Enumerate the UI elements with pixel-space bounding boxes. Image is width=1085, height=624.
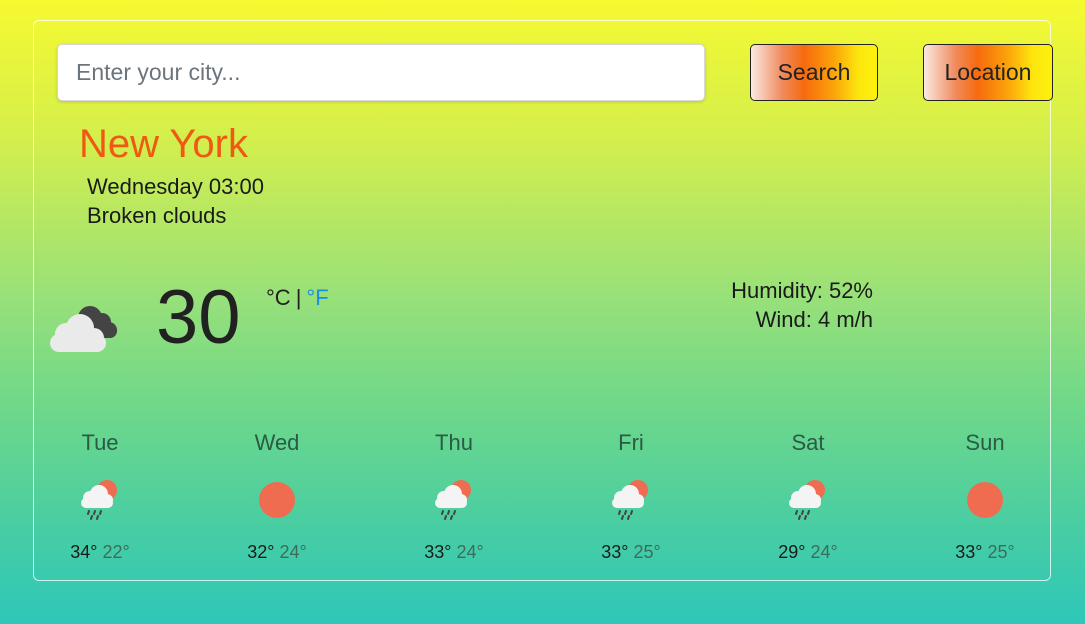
unit-celsius[interactable]: °C [266, 285, 291, 310]
forecast-temps: 33° 24° [394, 542, 514, 563]
forecast-day-name: Fri [618, 430, 644, 455]
unit-toggle: °C | °F [266, 285, 329, 311]
city-search-input[interactable] [57, 44, 705, 101]
forecast-day-name: Thu [435, 430, 473, 455]
rain-sun-icon [612, 480, 648, 520]
forecast-min: 25° [633, 542, 661, 562]
sun-icon [259, 482, 295, 518]
forecast-max: 33° [955, 542, 983, 562]
current-temperature: 30 [156, 275, 241, 360]
forecast-day: Sun 33° 25° [925, 430, 1045, 563]
forecast-day: Fri 33° 25° [571, 430, 691, 563]
forecast-min: 24° [279, 542, 307, 562]
unit-fahrenheit-link[interactable]: °F [306, 285, 328, 310]
broken-clouds-icon [50, 306, 117, 352]
forecast-max: 34° [70, 542, 98, 562]
rain-sun-icon [789, 480, 825, 520]
forecast-temps: 33° 25° [925, 542, 1045, 563]
forecast-min: 25° [987, 542, 1015, 562]
forecast-max: 32° [247, 542, 275, 562]
forecast-max: 33° [601, 542, 629, 562]
unit-separator: | [295, 285, 302, 310]
forecast-temps: 33° 25° [571, 542, 691, 563]
forecast-temps: 29° 24° [748, 542, 868, 563]
forecast-day: Wed 32° 24° [217, 430, 337, 563]
location-button[interactable]: Location [923, 44, 1053, 101]
rain-sun-icon [81, 480, 117, 520]
forecast-min: 24° [810, 542, 838, 562]
forecast-min: 24° [456, 542, 484, 562]
humidity: Humidity: 52% [731, 278, 873, 303]
forecast-min: 22° [102, 542, 130, 562]
forecast-max: 33° [424, 542, 452, 562]
search-button[interactable]: Search [750, 44, 878, 101]
forecast-temps: 34° 22° [40, 542, 160, 563]
wind: Wind: 4 m/h [755, 307, 873, 332]
weather-description: Broken clouds [87, 203, 227, 228]
current-datetime: Wednesday 03:00 [87, 174, 264, 199]
forecast-day-name: Sat [791, 430, 825, 455]
forecast-day-name: Sun [965, 430, 1005, 455]
weather-details: Humidity: 52% Wind: 4 m/h [731, 276, 873, 334]
rain-sun-icon [435, 480, 471, 520]
sun-icon [967, 482, 1003, 518]
forecast-row: Tue 34° 22° Wed 32° 24° Thu 33° 24° Fri … [0, 430, 1085, 570]
forecast-max: 29° [778, 542, 806, 562]
forecast-day: Tue 34° 22° [40, 430, 160, 563]
forecast-day: Sat 29° 24° [748, 430, 868, 563]
forecast-day-name: Tue [81, 430, 119, 455]
forecast-day: Thu 33° 24° [394, 430, 514, 563]
forecast-day-name: Wed [254, 430, 300, 455]
forecast-temps: 32° 24° [217, 542, 337, 563]
city-name: New York [79, 122, 248, 166]
